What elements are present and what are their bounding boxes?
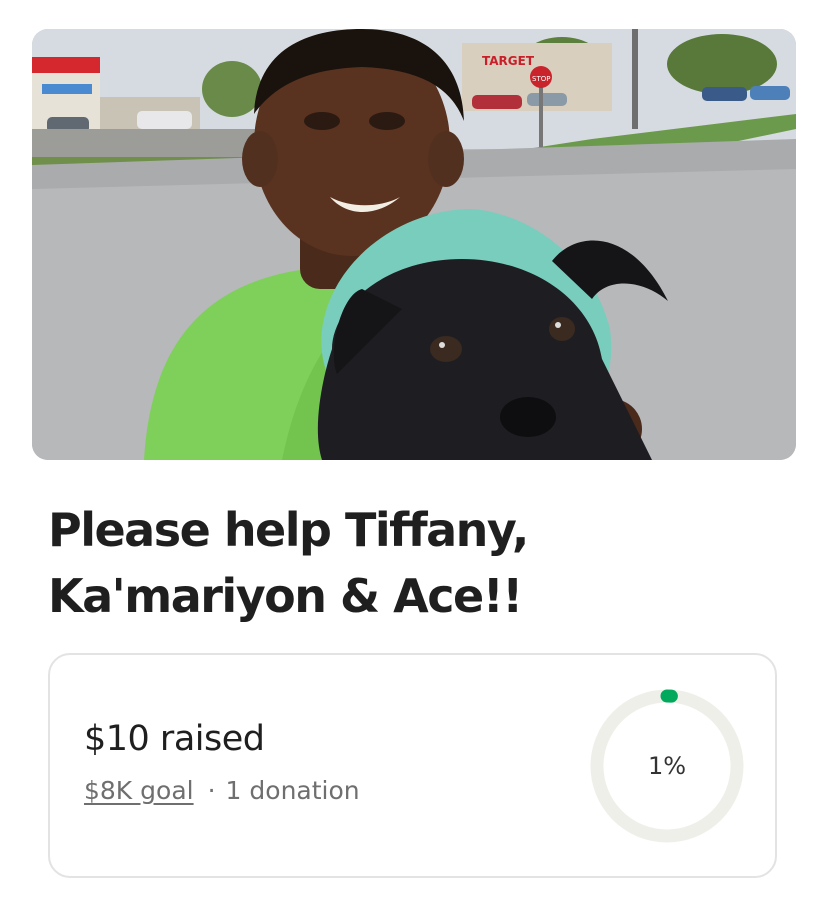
goal-donations-line: $8K goal · 1 donation <box>84 776 360 805</box>
donation-count: 1 donation <box>225 776 360 805</box>
amount-raised: $10 raised <box>84 719 265 759</box>
progress-percent: 1% <box>647 752 687 780</box>
donation-progress-card: $10 raised $8K goal · 1 donation 1% <box>48 653 777 878</box>
campaign-photo[interactable]: TARGET STOP <box>32 29 796 460</box>
stop-sign-label: STOP <box>532 75 550 83</box>
store-sign: TARGET <box>482 54 535 68</box>
campaign-title: Please help Tiffany, Ka'mariyon & Ace!! <box>48 497 788 629</box>
goal-link[interactable]: $8K goal <box>84 776 194 805</box>
campaign-title-line-1: Please help Tiffany, <box>48 503 529 557</box>
separator-dot: · <box>207 776 216 805</box>
progress-ring: 1% <box>587 686 747 846</box>
campaign-title-line-2: Ka'mariyon & Ace!! <box>48 569 523 623</box>
campaign-photo-illustration: TARGET STOP <box>32 29 796 460</box>
